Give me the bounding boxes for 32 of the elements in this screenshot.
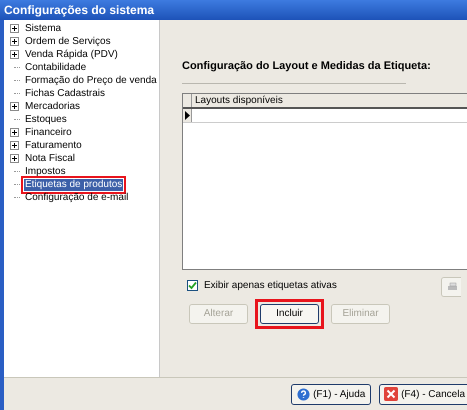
- expand-icon[interactable]: [10, 102, 18, 111]
- checkbox-label: Exibir apenas etiquetas ativas: [204, 278, 337, 292]
- printer-icon: [446, 282, 456, 292]
- tree-item[interactable]: Faturamento: [24, 140, 83, 152]
- tree-item[interactable]: Nota Fiscal: [24, 152, 76, 164]
- tree-item[interactable]: Ordem de Serviços: [24, 36, 112, 48]
- tree-item[interactable]: Sistema: [24, 22, 62, 34]
- tree-item[interactable]: Estoques: [24, 114, 68, 126]
- expand-icon[interactable]: [10, 24, 18, 33]
- tree-item[interactable]: Formação do Preço de venda: [24, 74, 158, 86]
- help-button[interactable]: (F1) - Ajuda: [291, 384, 372, 404]
- section-heading: Configuração do Layout e Medidas da Etiqueta:: [182, 59, 432, 74]
- expand-icon[interactable]: [10, 37, 18, 46]
- help-icon: [297, 388, 310, 400]
- tree-item[interactable]: Contabilidade: [24, 62, 88, 74]
- tree-item[interactable]: Venda Rápida (PDV): [24, 48, 119, 60]
- tree-item[interactable]: Fichas Cadastrais: [24, 88, 106, 100]
- tree-item[interactable]: Impostos: [24, 166, 67, 178]
- expand-icon[interactable]: [10, 141, 18, 150]
- tree-item[interactable]: Configuração de e-mail: [24, 192, 130, 204]
- window-title: Configurações do sistema: [0, 0, 467, 20]
- tree-item[interactable]: Etiquetas de produtos: [24, 178, 124, 190]
- tree-item[interactable]: Mercadorias: [24, 100, 82, 112]
- action-button[interactable]: Incluir: [260, 304, 319, 324]
- tree-item[interactable]: Financeiro: [24, 126, 73, 138]
- cancel-button[interactable]: (F4) - Cancela: [379, 384, 467, 404]
- row-pointer-icon: [184, 110, 190, 120]
- expand-icon[interactable]: [10, 128, 18, 137]
- expand-icon[interactable]: [10, 50, 18, 59]
- close-icon: [384, 387, 398, 401]
- expand-icon[interactable]: [10, 154, 18, 163]
- checkbox[interactable]: [187, 280, 198, 290]
